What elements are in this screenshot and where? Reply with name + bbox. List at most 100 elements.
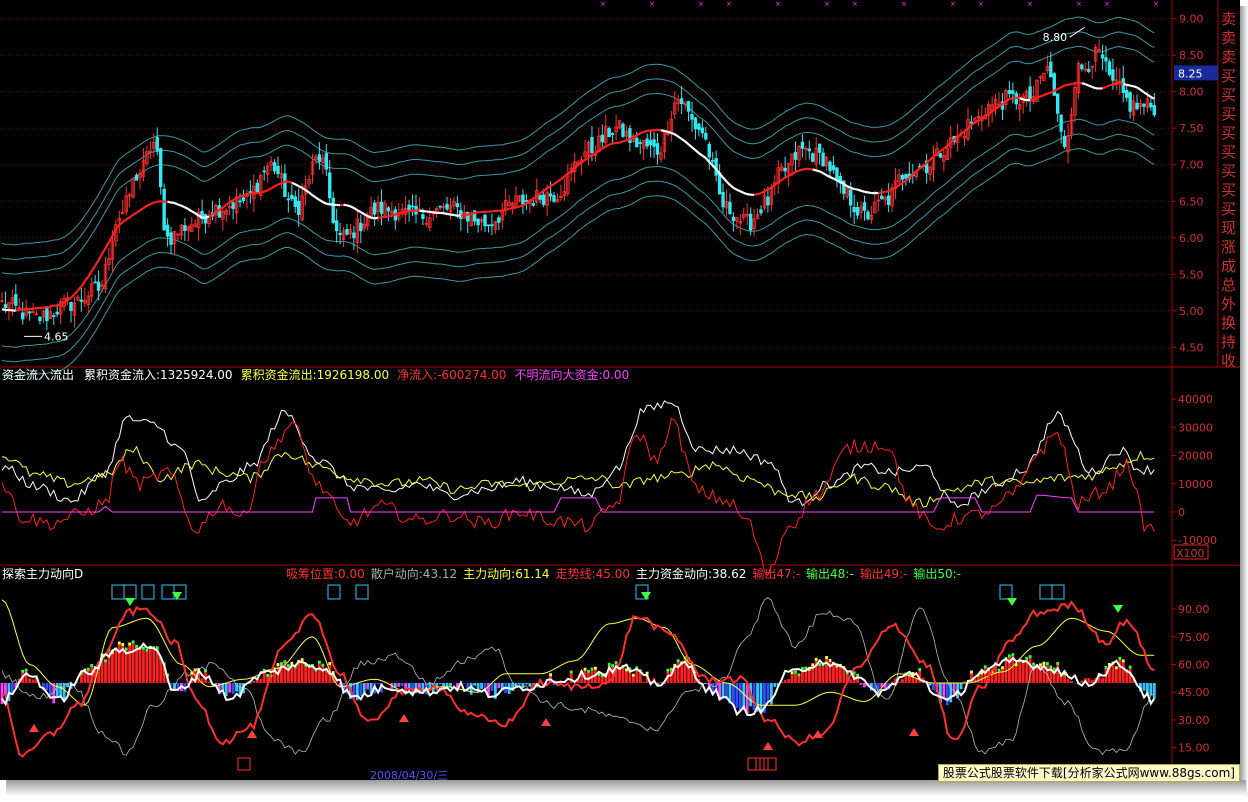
flow-series-line [2, 494, 1155, 513]
candle-body [1059, 114, 1063, 132]
signal-marker: × [1076, 0, 1082, 8]
sell-signal-arrow [763, 742, 773, 750]
force-bar-down [766, 682, 770, 702]
side-info-glyph: 买 [1221, 200, 1236, 218]
candle-body [538, 194, 542, 200]
moving-average-segment [1088, 84, 1093, 89]
moving-average-segment [260, 190, 265, 194]
candle-body [45, 306, 49, 322]
panel3-stat: 散户动向:43.12 [371, 566, 457, 581]
candle-body [3, 304, 8, 308]
stock-chart-screen[interactable]: 8.80 4.65 × × × × × × × × × × × × × × 资金流入流出 累积资金流入:132… [0, 0, 1240, 780]
moving-average-segment [267, 187, 272, 192]
force-bar-up [318, 663, 321, 683]
candle-body [904, 174, 908, 179]
candle-body [345, 229, 349, 235]
candle-body [652, 139, 656, 147]
price-axis-label: 7.00 [1179, 159, 1204, 172]
side-info-glyph: 外 [1221, 295, 1236, 313]
force-bar-cap [614, 661, 618, 665]
moving-average-segment [66, 296, 72, 302]
force-axis-label: 90.00 [1178, 603, 1210, 616]
force-bar-up [1070, 680, 1073, 683]
side-info-glyph: 涨 [1221, 238, 1236, 256]
moving-average-segment [1081, 82, 1086, 86]
force-bar-cap [983, 665, 987, 669]
candle-body [38, 316, 42, 322]
moving-average-segment [83, 276, 90, 283]
candle-body [331, 197, 335, 224]
moving-average-segment [929, 155, 935, 161]
candle-body [828, 161, 832, 172]
force-bar-up [297, 662, 301, 683]
moving-average-segment [546, 185, 552, 189]
candle-body [600, 134, 604, 143]
sell-signal-arrow [399, 714, 409, 722]
candle-body [79, 299, 84, 302]
candle-body [1142, 103, 1146, 107]
moving-average-segment [1029, 98, 1034, 102]
moving-average-segment [70, 293, 76, 299]
force-bar-down [4, 682, 7, 696]
moving-average-segment [560, 175, 566, 181]
main-price-panel[interactable]: 8.80 4.65 × × × × × × × × × × × × × × [0, 0, 1172, 377]
moving-average-segment [360, 211, 365, 216]
panel3-stat: 主力动向:61.14 [463, 566, 549, 581]
candle-body [800, 141, 805, 149]
moving-average-segment [294, 183, 300, 188]
force-bar-cap [1025, 656, 1029, 660]
signal-marker: × [1027, 0, 1033, 8]
moving-average-segment [146, 203, 151, 207]
main-force-panel[interactable] [0, 584, 1156, 771]
candle-body [1152, 105, 1156, 116]
force-bar-up [138, 649, 142, 683]
force-bar-cap [794, 670, 797, 674]
force-bar-cap [631, 673, 635, 677]
candle-body [1028, 86, 1032, 102]
force-bar-down [945, 682, 949, 706]
candle-body [352, 232, 356, 239]
force-bar-cap [1049, 665, 1053, 669]
candle-body [379, 201, 384, 214]
moving-average-segment [591, 152, 596, 157]
candle-body [759, 209, 763, 214]
moving-average-segment [753, 193, 758, 196]
candle-body [317, 154, 322, 162]
candle-body [748, 213, 753, 231]
chart-canvas[interactable]: 8.80 4.65 × × × × × × × × × × × × × × 资金流入流出 累积资金流入:132… [0, 0, 1240, 780]
moving-average-segment [822, 172, 828, 177]
moving-average-segment [1005, 98, 1011, 103]
candle-body [866, 211, 870, 220]
force-bar-cap [676, 659, 680, 663]
low-price-label: 4.65 [44, 330, 69, 343]
panel2-indicator-name: 资金流入流出 [2, 367, 74, 382]
moving-average-segment [187, 208, 193, 213]
force-bar-up [680, 664, 684, 683]
flow-axis-label: 30000 [1178, 421, 1213, 434]
moving-average-segment [63, 299, 69, 304]
moving-average-segment [118, 221, 124, 226]
moving-average-segment [932, 152, 938, 158]
force-bar-cap [1104, 666, 1108, 670]
moving-average-segment [1119, 82, 1124, 86]
price-axis-label: 8.00 [1179, 86, 1204, 99]
force-bar-up [1111, 664, 1115, 683]
panel2-stat: 累积资金流入:1325924.00 [84, 367, 233, 382]
moving-average-segment [677, 135, 683, 140]
moving-average-segment [132, 211, 138, 216]
moving-average-segment [60, 301, 65, 306]
force-bar-cap [1128, 665, 1132, 669]
force-bar-up [142, 649, 145, 683]
date-readout: 2008/04/30/三 [370, 769, 448, 780]
capital-flow-panel[interactable] [1, 400, 1155, 577]
force-bar-down [863, 682, 866, 688]
force-bar-up [1035, 667, 1039, 683]
force-bar-down [518, 682, 521, 685]
force-bar-cap [1121, 659, 1125, 663]
footer-banner: 股票公式股票软件下载[分析家公式网www.88gs.com] [937, 764, 1240, 782]
moving-average-segment [304, 189, 310, 194]
candle-body [938, 153, 943, 158]
panel3-stat: 输出50:- [913, 566, 961, 581]
force-bar-up [1080, 680, 1084, 683]
moving-average-segment [1105, 84, 1110, 89]
